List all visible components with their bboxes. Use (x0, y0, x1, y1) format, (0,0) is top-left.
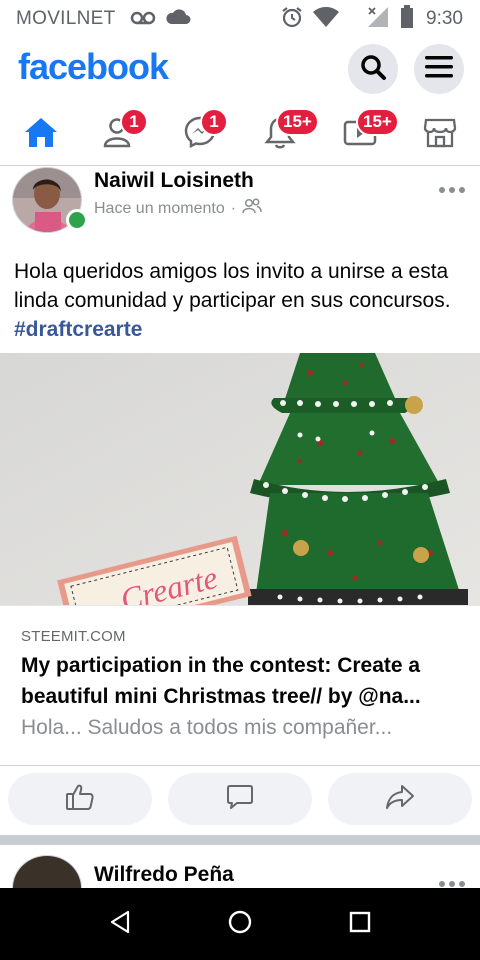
home-icon (24, 116, 58, 153)
more-dots-icon (438, 875, 466, 888)
menu-button[interactable] (414, 44, 464, 94)
post-body: Hola queridos amigos los invito a unirse… (14, 260, 451, 312)
status-bar: MOVILNET 9:30 (0, 0, 480, 36)
link-description: Hola... Saludos a todos mis compañer... (21, 716, 393, 739)
signal-icon (366, 6, 390, 33)
more-dots-icon (438, 181, 466, 198)
marketplace-icon (423, 116, 457, 153)
post-meta: Hace un momento · (94, 198, 262, 219)
tab-messenger[interactable]: 1 (172, 106, 228, 162)
post-text: Hola queridos amigos los invito a unirse… (14, 257, 474, 344)
friends-badge: 1 (120, 108, 148, 136)
more-options-button[interactable] (438, 181, 466, 199)
post-hashtag[interactable]: #draftcrearte (14, 318, 142, 341)
back-button[interactable] (102, 906, 138, 942)
voicemail-icon (130, 8, 156, 33)
link-preview-image[interactable]: Crearte (0, 353, 480, 605)
messenger-badge: 1 (200, 108, 228, 136)
like-icon (65, 783, 95, 816)
facebook-logo[interactable]: facebook (18, 46, 169, 88)
comment-icon (226, 783, 254, 816)
post-timestamp[interactable]: Hace un momento (94, 200, 225, 218)
home-button[interactable] (222, 906, 258, 942)
more-options-button[interactable] (438, 875, 466, 888)
feed-divider (0, 835, 480, 845)
battery-icon (400, 5, 414, 34)
recents-icon (349, 911, 371, 938)
recents-button[interactable] (342, 906, 378, 942)
main-nav-tabs: 1 1 15+ 15+ (0, 100, 480, 166)
cloud-icon (165, 7, 191, 32)
meta-separator: · (230, 199, 237, 217)
home-circle-icon (227, 909, 253, 940)
alarm-icon (280, 5, 304, 34)
tab-home[interactable] (13, 106, 69, 162)
clock-time: 9:30 (426, 8, 463, 29)
app-header: facebook (0, 36, 480, 98)
online-status-dot (66, 209, 88, 231)
watch-badge: 15+ (356, 108, 399, 136)
like-button[interactable] (8, 773, 152, 825)
tab-friends[interactable]: 1 (92, 106, 148, 162)
back-icon (108, 910, 132, 939)
share-icon (385, 783, 415, 816)
wifi-icon (312, 6, 340, 33)
share-button[interactable] (328, 773, 472, 825)
avatar[interactable] (12, 855, 82, 888)
next-feed-post: Wilfredo Peña (0, 845, 480, 888)
system-navigation-bar (0, 888, 480, 960)
post-actions (0, 765, 480, 833)
link-domain: STEEMIT.COM (21, 628, 126, 645)
link-preview-card[interactable]: STEEMIT.COM My participation in the cont… (0, 605, 480, 763)
carrier-name: MOVILNET (16, 8, 116, 29)
search-button[interactable] (348, 44, 398, 94)
link-title: My participation in the contest: Create … (21, 654, 421, 708)
notifications-badge: 15+ (276, 108, 319, 136)
post-author[interactable]: Wilfredo Peña (94, 863, 234, 887)
friends-icon (242, 198, 262, 219)
tab-marketplace[interactable] (412, 106, 468, 162)
tab-watch[interactable]: 15+ (332, 106, 399, 162)
search-icon (359, 53, 387, 86)
post-author[interactable]: Naiwil Loisineth (94, 169, 254, 193)
tab-notifications[interactable]: 15+ (252, 106, 319, 162)
menu-icon (425, 55, 453, 84)
comment-button[interactable] (168, 773, 312, 825)
